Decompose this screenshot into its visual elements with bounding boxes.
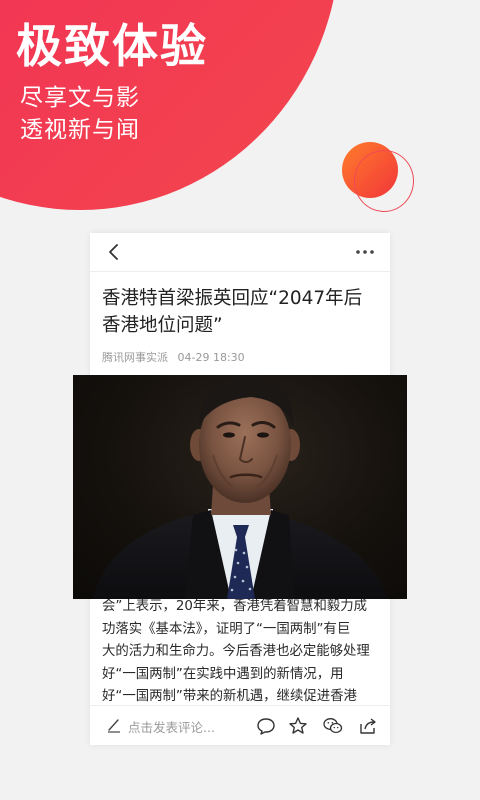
chevron-left-icon[interactable] bbox=[104, 242, 124, 262]
article-body-line: 大的活力和生命力。今后香港也必定能够处理 bbox=[102, 644, 370, 659]
wechat-icon[interactable] bbox=[322, 716, 343, 736]
article-photo bbox=[73, 375, 407, 599]
article-meta: 腾讯网事实派 04-29 18:30 bbox=[102, 349, 245, 365]
article-title: 香港特首梁振英回应“2047年后 香港地位问题” bbox=[102, 285, 382, 339]
article-body-line: 好“一国两制”在实践中遇到的新情况，用 bbox=[102, 666, 344, 682]
comment-icon[interactable] bbox=[256, 716, 276, 736]
share-icon[interactable] bbox=[358, 716, 378, 736]
article-time: 04-29 18:30 bbox=[177, 351, 245, 364]
pen-icon bbox=[106, 717, 122, 733]
article-top-bar bbox=[90, 233, 390, 272]
article-body-line: 功落实《基本法》，证明了“一国两制”有巨 bbox=[102, 621, 351, 637]
promo-headline: 极致体验 bbox=[16, 19, 208, 73]
decorative-ring bbox=[354, 150, 414, 212]
promo-subline-2: 透视新与闻 bbox=[20, 117, 140, 143]
article-bottom-bar: 点击发表评论... bbox=[90, 705, 390, 745]
article-body-line: 会”上表示，20年来，香港凭着智慧和毅力成 bbox=[102, 599, 368, 614]
promo-subline-1: 尽享文与影 bbox=[20, 85, 140, 111]
article-source[interactable]: 腾讯网事实派 bbox=[102, 351, 168, 364]
ellipsis-icon[interactable] bbox=[354, 243, 376, 261]
article-body: 会”上表示，20年来，香港凭着智慧和毅力成 功落实《基本法》，证明了“一国两制”… bbox=[102, 596, 384, 709]
comment-input[interactable]: 点击发表评论... bbox=[128, 717, 215, 736]
article-title-line-2: 香港地位问题” bbox=[102, 315, 223, 336]
portrait-illustration bbox=[93, 375, 387, 599]
star-icon[interactable] bbox=[288, 716, 308, 736]
article-title-line-1: 香港特首梁振英回应“2047年后 bbox=[102, 288, 363, 309]
promo-screen: 极致体验 尽享文与影 透视新与闻 香港特首梁振英回应“2047年后 香港地位问题… bbox=[0, 0, 480, 800]
